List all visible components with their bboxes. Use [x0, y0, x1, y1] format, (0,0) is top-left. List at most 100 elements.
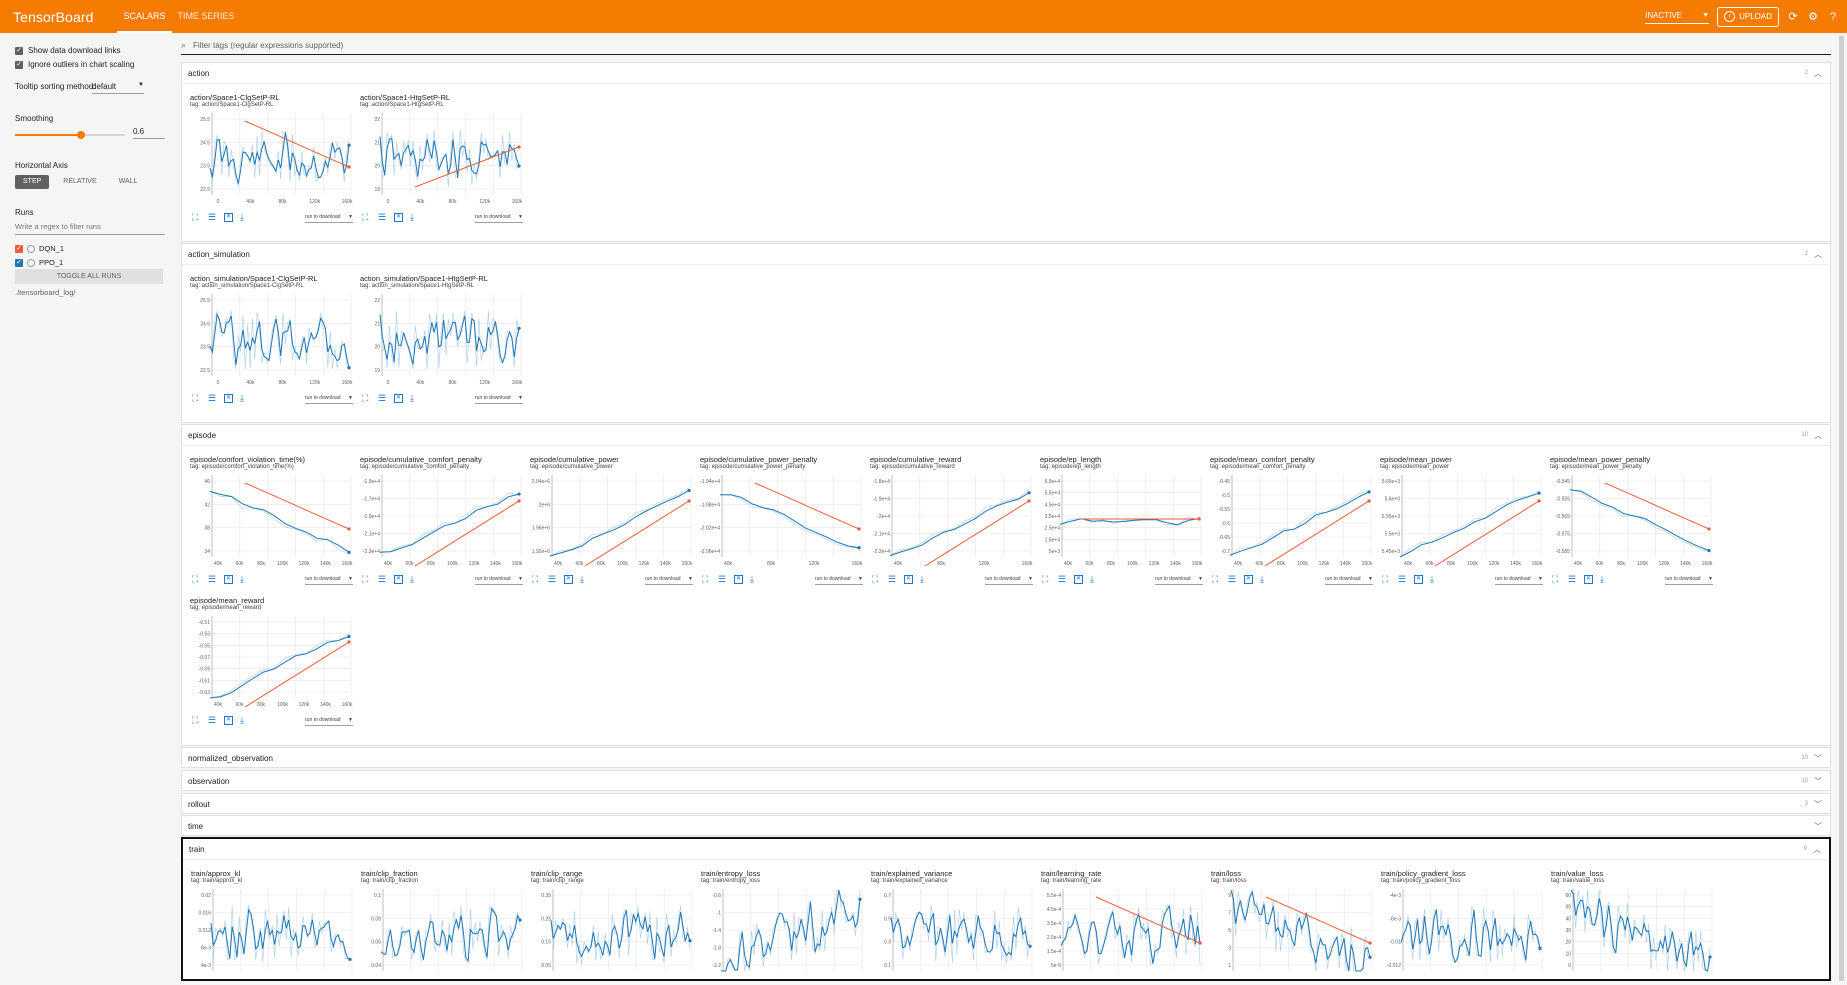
run-to-download-select[interactable]: run to download ▼ — [305, 717, 353, 726]
scalar-chart[interactable]: 0.35 0.25 0.15 0.05 — [531, 885, 696, 985]
scalar-chart[interactable]: 0.7 0.5 0.3 0.1 — [871, 885, 1036, 985]
scalar-chart[interactable]: 2.04e+6 2e+6 1.96e+6 1.92e+6 40k 60k 80k 100k 12… — [530, 471, 695, 571]
scalar-chart[interactable]: 22 21 20 19 0 40k 80k 120k 160k — [360, 290, 525, 390]
upload-button[interactable]: ↑ UPLOAD — [1717, 6, 1779, 27]
data-table-icon[interactable]: ☰ — [718, 575, 727, 584]
download-icon[interactable]: ⤓ — [750, 575, 759, 584]
chevron-up-icon[interactable]: ︿ — [1814, 249, 1822, 260]
chevron-up-icon[interactable]: ︿ — [1813, 844, 1821, 855]
download-icon[interactable]: ⤓ — [240, 394, 249, 403]
scalar-chart[interactable]: 0.02 0.016 0.012 8e-3 4e-3 — [191, 885, 356, 985]
scalar-chart[interactable]: -1.94e+4 -1.98e+4 -2.02e+4 -2.06e+4 40k 80k 12… — [700, 471, 865, 571]
plugin-select[interactable]: INACTIVE ▼ — [1645, 9, 1710, 24]
fullscreen-icon[interactable]: ⛶ — [532, 575, 541, 584]
section-header[interactable]: observation 10 ﹀ — [182, 771, 1830, 792]
data-table-icon[interactable]: ☰ — [1568, 575, 1577, 584]
data-table-icon[interactable]: ☰ — [548, 575, 557, 584]
section-header[interactable]: episode 10 ︿ — [182, 425, 1830, 446]
run-to-download-select[interactable]: run to download ▼ — [985, 576, 1033, 585]
download-icon[interactable]: ⤓ — [410, 394, 419, 403]
check-icon[interactable]: ✓ — [15, 244, 23, 253]
fit-domain-icon[interactable]: ✕ — [394, 213, 403, 222]
fullscreen-icon[interactable]: ⛶ — [192, 575, 201, 584]
run-to-download-select[interactable]: run to download ▼ — [1665, 576, 1713, 585]
axis-wall-button[interactable]: WALL — [111, 175, 146, 189]
fit-domain-icon[interactable]: ✕ — [1074, 575, 1083, 584]
run-to-download-select[interactable]: run to download ▼ — [1325, 576, 1373, 585]
fullscreen-icon[interactable]: ⛶ — [702, 575, 711, 584]
fit-domain-icon[interactable]: ✕ — [224, 716, 233, 725]
tab-time-series[interactable]: TIME SERIES — [172, 0, 241, 33]
data-table-icon[interactable]: ☰ — [378, 213, 387, 222]
run-row-ppo[interactable]: ✓ PPO_1 — [15, 258, 63, 267]
axis-step-button[interactable]: STEP — [15, 175, 50, 189]
gear-icon[interactable]: ⚙ — [1807, 11, 1819, 23]
fit-domain-icon[interactable]: ✕ — [904, 575, 913, 584]
runs-filter-input[interactable]: Write a regex to filter runs — [15, 222, 165, 235]
data-table-icon[interactable]: ☰ — [378, 394, 387, 403]
download-icon[interactable]: ⤓ — [1260, 575, 1269, 584]
scalar-chart[interactable]: 25.5 24.5 23.5 22.5 0 40k 80k 120k 160k — [190, 109, 355, 209]
run-to-download-select[interactable]: run to download ▼ — [475, 395, 523, 404]
chevron-down-icon[interactable]: ﹀ — [1814, 776, 1822, 787]
data-table-icon[interactable]: ☰ — [888, 575, 897, 584]
data-table-icon[interactable]: ☰ — [1228, 575, 1237, 584]
scalar-chart[interactable]: -1.8e+4 -1.9e+4 -2e+4 -2.1e+4 -2.2e+4 40k 80k 1… — [870, 471, 1035, 571]
scalar-chart[interactable]: 5.5e-4 4.5e-4 3.5e-4 2.5e-4 1.5e-4 5e-5 — [1041, 885, 1206, 985]
scalar-chart[interactable]: -4e-3 -8e-3 -0.01 -0.012 — [1381, 885, 1546, 985]
ignore-outliers-checkbox[interactable]: ✓ Ignore outliers in chart scaling — [15, 60, 134, 69]
scalar-chart[interactable]: 5.65e+3 5.6e+3 5.55e+3 5.5e+3 5.45e+3 40k 60k 8… — [1380, 471, 1545, 571]
fullscreen-icon[interactable]: ⛶ — [192, 213, 201, 222]
chevron-up-icon[interactable]: ︿ — [1814, 68, 1822, 79]
fullscreen-icon[interactable]: ⛶ — [872, 575, 881, 584]
scalar-chart[interactable]: 22 21 20 19 0 40k 80k 120k 160k — [360, 109, 525, 209]
fullscreen-icon[interactable]: ⛶ — [362, 575, 371, 584]
run-color-icon[interactable] — [27, 258, 35, 267]
fullscreen-icon[interactable]: ⛶ — [192, 716, 201, 725]
download-icon[interactable]: ⤓ — [1090, 575, 1099, 584]
run-to-download-select[interactable]: run to download ▼ — [305, 576, 353, 585]
section-header[interactable]: train 9 ︿ — [183, 839, 1829, 860]
fit-domain-icon[interactable]: ✕ — [734, 575, 743, 584]
fit-domain-icon[interactable]: ✕ — [1414, 575, 1423, 584]
scalar-chart[interactable]: 60 50 40 30 20 10 0 — [1551, 885, 1716, 985]
chevron-down-icon[interactable]: ﹀ — [1814, 799, 1822, 810]
check-icon[interactable]: ✓ — [15, 258, 23, 267]
run-to-download-select[interactable]: run to download ▼ — [1495, 576, 1543, 585]
fullscreen-icon[interactable]: ⛶ — [1042, 575, 1051, 584]
chevron-down-icon[interactable]: ﹀ — [1814, 821, 1822, 832]
download-icon[interactable]: ⤓ — [1600, 575, 1609, 584]
fit-domain-icon[interactable]: ✕ — [1244, 575, 1253, 584]
run-color-icon[interactable] — [27, 244, 35, 253]
download-icon[interactable]: ⤓ — [1430, 575, 1439, 584]
run-to-download-select[interactable]: run to download ▼ — [305, 214, 353, 223]
tag-filter-input[interactable]: Filter tags (regular expressions support… — [193, 41, 343, 50]
scalar-chart[interactable]: 25.5 24.5 23.5 22.5 0 40k 80k 120k 160k — [190, 290, 355, 390]
tag-filter[interactable]: ⌕ Filter tags (regular expressions suppo… — [181, 38, 1831, 55]
download-icon[interactable]: ⤓ — [240, 716, 249, 725]
smoothing-slider[interactable] — [15, 131, 125, 139]
section-header[interactable]: action_simulation 2 ︿ — [182, 244, 1830, 265]
run-to-download-select[interactable]: run to download ▼ — [815, 576, 863, 585]
fit-domain-icon[interactable]: ✕ — [394, 394, 403, 403]
fit-domain-icon[interactable]: ✕ — [224, 575, 233, 584]
scalar-chart[interactable]: -1.5e+4 -1.7e+4 -1.9e+4 -2.1e+4 -2.3e+4 40k 60… — [360, 471, 525, 571]
chevron-up-icon[interactable]: ︿ — [1814, 430, 1822, 441]
fullscreen-icon[interactable]: ⛶ — [1382, 575, 1391, 584]
download-icon[interactable]: ⤓ — [240, 213, 249, 222]
run-to-download-select[interactable]: run to download ▼ — [645, 576, 693, 585]
fit-domain-icon[interactable]: ✕ — [224, 213, 233, 222]
section-header[interactable]: rollout 3 ﹀ — [182, 794, 1830, 815]
scalar-chart[interactable]: 46 42 38 34 40k 60k 80k 100k 120k 140k 160k — [190, 471, 355, 571]
show-download-links-checkbox[interactable]: ✓ Show data download links — [15, 46, 121, 55]
run-to-download-select[interactable]: run to download ▼ — [475, 576, 523, 585]
scalar-chart[interactable]: -0.45 -0.5 -0.55 -0.6 -0.65 -0.7 40k 60k 80k 100k… — [1210, 471, 1375, 571]
run-to-download-select[interactable]: run to download ▼ — [475, 214, 523, 223]
run-to-download-select[interactable]: run to download ▼ — [1155, 576, 1203, 585]
data-table-icon[interactable]: ☰ — [208, 716, 217, 725]
data-table-icon[interactable]: ☰ — [1398, 575, 1407, 584]
download-icon[interactable]: ⤓ — [580, 575, 589, 584]
scalar-chart[interactable]: 9 7 5 3 1 — [1211, 885, 1376, 985]
smoothing-slider-thumb[interactable] — [77, 131, 85, 139]
scalar-chart[interactable]: -0.51 -0.53 -0.55 -0.57 -0.59 -0.61 -0.6340k 60… — [190, 612, 355, 712]
